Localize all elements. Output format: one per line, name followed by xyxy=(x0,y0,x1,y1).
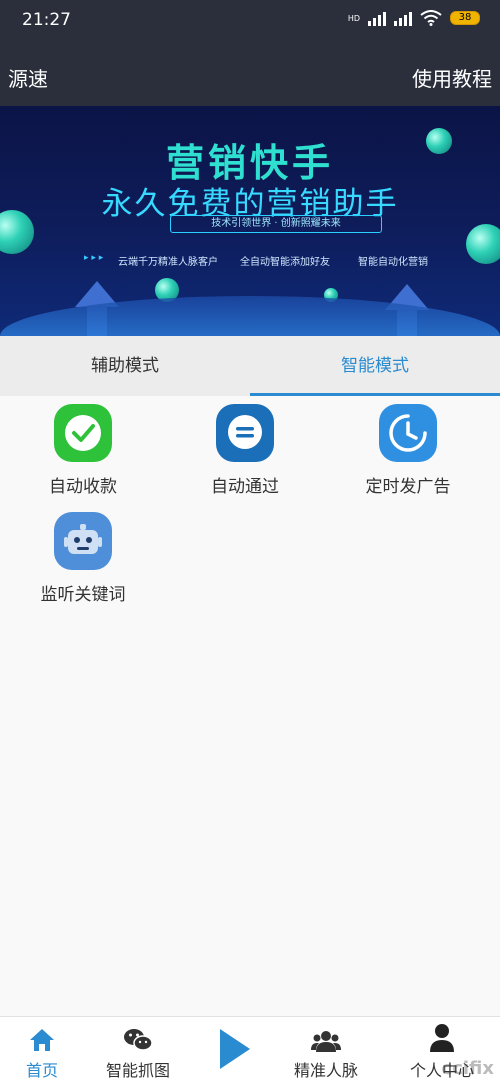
banner-feature: 全自动智能添加好友 xyxy=(240,257,330,268)
nav-label: 精准人脉 xyxy=(293,1061,358,1080)
tab-assist-mode[interactable]: 辅助模式 xyxy=(0,336,250,396)
status-time: 21:27 xyxy=(22,10,71,30)
tab-smart-mode[interactable]: 智能模式 xyxy=(250,336,500,396)
app-bar: 源速 使用教程 xyxy=(0,46,500,106)
home-icon xyxy=(16,1017,68,1053)
signal-icon-2 xyxy=(394,10,412,26)
status-bar: 21:27 HD 38 xyxy=(0,0,500,46)
banner-arrows: ▸ ▸ ▸ xyxy=(84,253,104,263)
feature-keyword-monitor[interactable]: 监听关键词 xyxy=(13,512,153,605)
robot-icon xyxy=(54,512,112,570)
bottom-nav: 首页 智能抓图 精准人脉 个人中心 ccifix xyxy=(0,1016,500,1083)
feature-grid: 自动收款 自动通过 定时发广告 监听关键词 xyxy=(0,396,500,1016)
banner-slogan: 技术引领世界 · 创新照耀未来 xyxy=(170,215,382,233)
nav-smart-capture[interactable]: 智能抓图 xyxy=(96,1017,180,1083)
feature-auto-accept[interactable]: 自动通过 xyxy=(175,404,315,497)
feature-label: 监听关键词 xyxy=(40,585,126,605)
banner-feature: 云端千万精准人脉客户 xyxy=(118,257,218,268)
decor-bubble xyxy=(466,224,500,264)
feature-label: 自动收款 xyxy=(49,477,117,497)
wechat-icon xyxy=(96,1017,180,1053)
nav-label: 首页 xyxy=(25,1061,58,1080)
feature-label: 自动通过 xyxy=(211,477,279,497)
feature-auto-collect[interactable]: 自动收款 xyxy=(13,404,153,497)
tutorial-link[interactable]: 使用教程 xyxy=(412,63,492,92)
person-icon xyxy=(400,1017,484,1053)
app-name: 源速 xyxy=(8,67,48,91)
promo-banner[interactable]: 营销快手 永久免费的营销助手 技术引领世界 · 创新照耀未来 ▸ ▸ ▸ 云端千… xyxy=(0,106,500,336)
nav-home[interactable]: 首页 xyxy=(16,1017,68,1083)
signal-icon xyxy=(368,10,386,26)
wechat-pay-icon xyxy=(54,404,112,462)
play-icon xyxy=(212,1017,256,1075)
watermark: ccifix xyxy=(441,1058,494,1079)
feature-scheduled-ads[interactable]: 定时发广告 xyxy=(338,404,478,497)
nav-label: 智能抓图 xyxy=(105,1061,170,1080)
mode-tabs: 辅助模式 智能模式 xyxy=(0,336,500,396)
message-bubble-icon xyxy=(216,404,274,462)
banner-feature: 智能自动化营销 xyxy=(358,257,428,268)
wifi-icon xyxy=(420,10,442,26)
status-icons: HD 38 xyxy=(348,10,480,26)
battery-icon: 38 xyxy=(450,11,480,25)
clock-icon xyxy=(379,404,437,462)
nav-precise-contacts[interactable]: 精准人脉 xyxy=(288,1017,364,1083)
network-label: HD xyxy=(347,13,360,23)
feature-label: 定时发广告 xyxy=(365,477,451,497)
contacts-icon xyxy=(288,1017,364,1053)
nav-play[interactable] xyxy=(212,1017,256,1083)
